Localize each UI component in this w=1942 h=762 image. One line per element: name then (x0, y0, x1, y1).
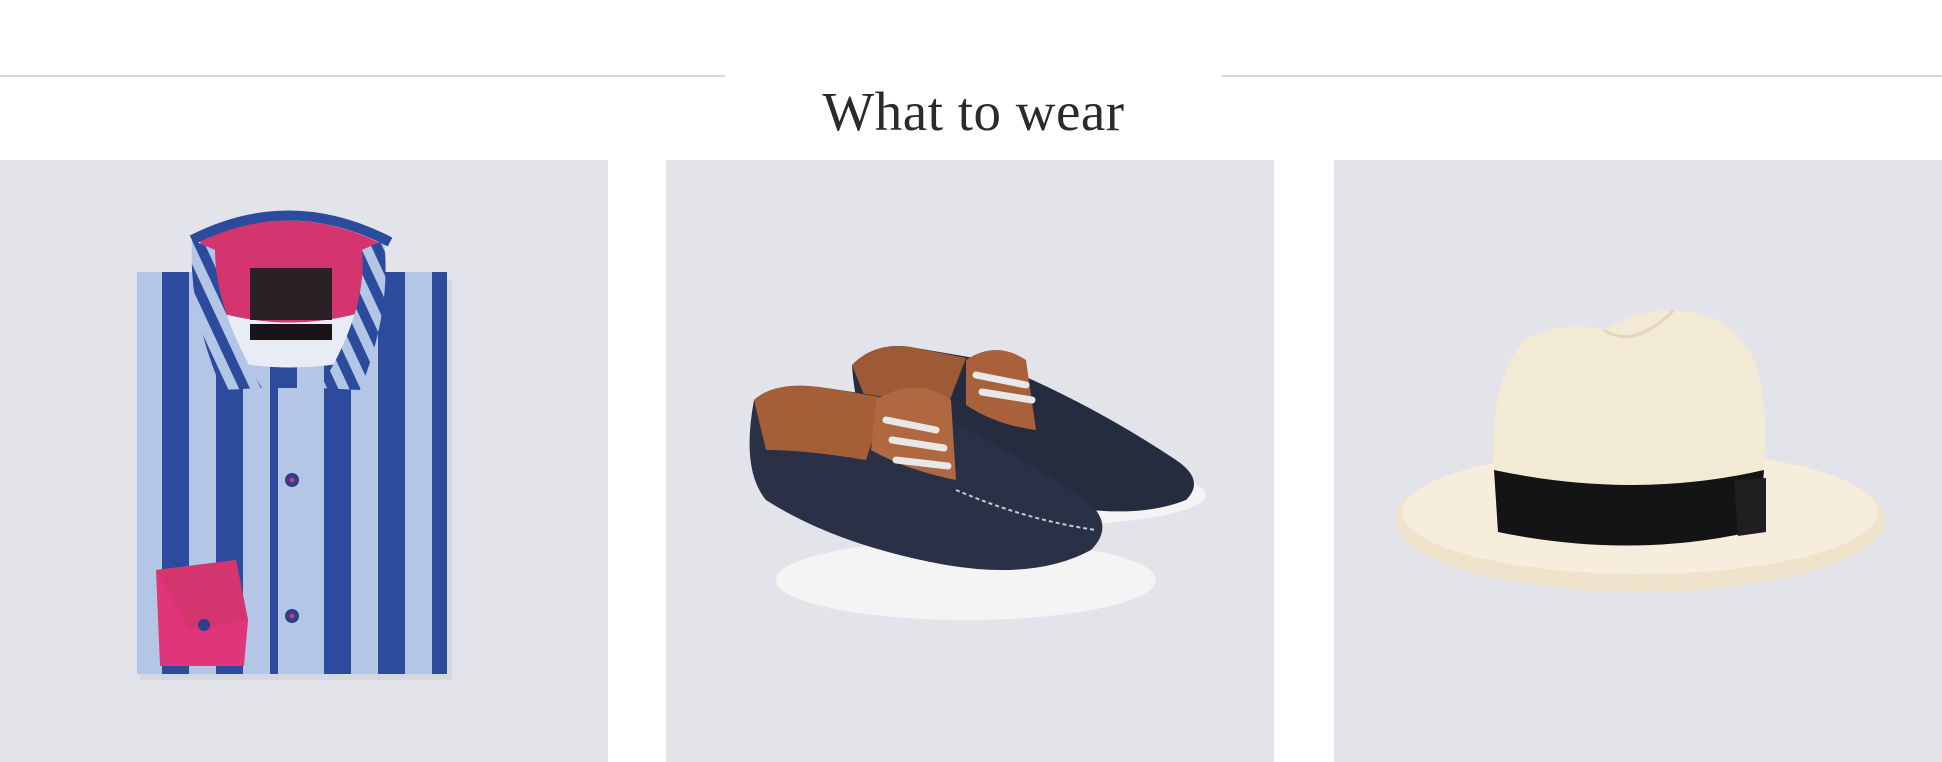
product-card-shirt[interactable] (0, 160, 608, 762)
heading-rule-right (1222, 75, 1942, 77)
boat-shoes-image (749, 346, 1206, 620)
heading-rule-left (0, 75, 725, 77)
striped-shirt-image (137, 210, 452, 680)
section-title: What to wear (822, 80, 1125, 142)
panama-hat-image (1395, 308, 1885, 592)
section-heading: What to wear (0, 0, 1942, 150)
product-card-hat[interactable] (1334, 160, 1942, 762)
product-card-shoes[interactable] (666, 160, 1274, 762)
